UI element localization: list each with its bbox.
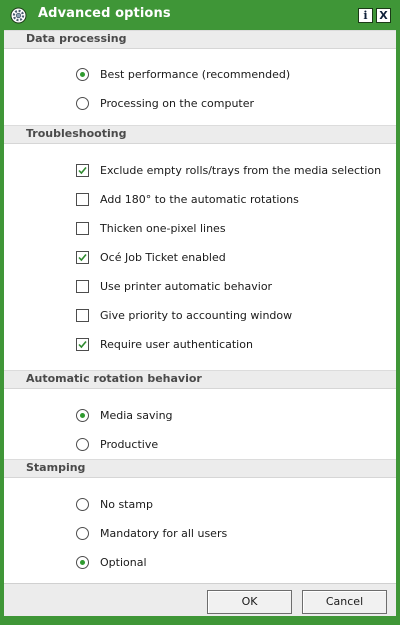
- section-title: Data processing: [26, 32, 127, 45]
- advanced-options-dialog: Advanced options i X Data processing Bes…: [0, 0, 400, 625]
- option-label: Optional: [100, 556, 147, 569]
- option-label: Productive: [100, 438, 159, 451]
- radio-button-selected[interactable]: [76, 68, 89, 81]
- checkbox[interactable]: [76, 280, 89, 293]
- section-header-data-processing: Data processing: [4, 30, 396, 49]
- option-label: Use printer automatic behavior: [100, 280, 273, 293]
- cancel-button[interactable]: Cancel: [302, 590, 387, 614]
- option-label: Mandatory for all users: [100, 527, 228, 540]
- option-label: Thicken one-pixel lines: [100, 222, 226, 235]
- dialog-title: Advanced options: [38, 6, 171, 21]
- checkmark-icon: [78, 340, 87, 349]
- checkmark-icon: [78, 253, 87, 262]
- radio-button-selected[interactable]: [76, 409, 89, 422]
- checkbox[interactable]: [76, 222, 89, 235]
- dialog-body: Data processing Best performance (recomm…: [4, 30, 396, 616]
- option-label: Give priority to accounting window: [100, 309, 293, 322]
- option-label: Best performance (recommended): [100, 68, 291, 81]
- title-bar[interactable]: Advanced options i X: [0, 0, 400, 30]
- dialog-footer: OK Cancel: [4, 583, 396, 616]
- section-title: Stamping: [26, 461, 86, 474]
- section-title: Troubleshooting: [26, 127, 127, 140]
- option-label: Require user authentication: [100, 338, 253, 351]
- gear-icon: [10, 7, 27, 24]
- radio-button[interactable]: [76, 498, 89, 511]
- option-label: No stamp: [100, 498, 153, 511]
- close-button[interactable]: X: [376, 8, 391, 23]
- radio-button[interactable]: [76, 527, 89, 540]
- checkbox[interactable]: [76, 309, 89, 322]
- radio-button[interactable]: [76, 97, 89, 110]
- section-header-troubleshooting: Troubleshooting: [4, 125, 396, 144]
- option-label: Exclude empty rolls/trays from the media…: [100, 164, 382, 177]
- section-header-rotation: Automatic rotation behavior: [4, 370, 396, 389]
- option-label: Add 180° to the automatic rotations: [100, 193, 299, 206]
- option-label: Media saving: [100, 409, 173, 422]
- section-header-stamping: Stamping: [4, 459, 396, 478]
- ok-button[interactable]: OK: [207, 590, 292, 614]
- radio-button[interactable]: [76, 438, 89, 451]
- section-title: Automatic rotation behavior: [26, 372, 202, 385]
- checkbox-checked[interactable]: [76, 251, 89, 264]
- checkbox[interactable]: [76, 193, 89, 206]
- info-button[interactable]: i: [358, 8, 373, 23]
- checkbox-checked[interactable]: [76, 338, 89, 351]
- checkbox-checked[interactable]: [76, 164, 89, 177]
- checkmark-icon: [78, 166, 87, 175]
- option-label: Processing on the computer: [100, 97, 255, 110]
- option-label: Océ Job Ticket enabled: [100, 251, 226, 264]
- radio-button-selected[interactable]: [76, 556, 89, 569]
